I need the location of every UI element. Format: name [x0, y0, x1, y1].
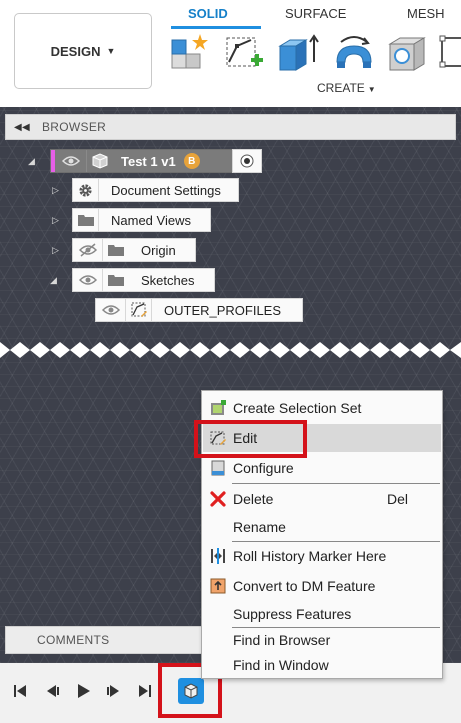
design-workspace-button[interactable]: DESIGN ▼ — [14, 13, 152, 89]
caret-down-icon: ▼ — [106, 46, 116, 56]
create-sketch-tool[interactable] — [221, 32, 267, 76]
delete-x-icon — [203, 491, 233, 507]
menu-item-find-in-browser[interactable]: Find in Browser — [203, 626, 441, 654]
active-tab-indicator — [171, 26, 261, 29]
find-window-label: Find in Window — [233, 657, 329, 673]
comments-label: COMMENTS — [37, 633, 110, 647]
torn-edge-divider — [0, 342, 461, 358]
create-label: CREATE — [317, 81, 365, 95]
find-browser-label: Find in Browser — [233, 632, 331, 648]
document-settings-label: Document Settings — [111, 182, 221, 198]
menu-separator — [232, 483, 440, 484]
visibility-hidden-eye-icon[interactable] — [73, 239, 103, 261]
menu-item-rename[interactable]: Rename — [203, 513, 441, 541]
go-to-start-icon[interactable] — [12, 683, 28, 699]
expand-root-icon[interactable]: ◢ — [28, 156, 35, 167]
collapse-browser-icon[interactable]: ◀◀ — [14, 122, 30, 133]
visibility-eye-icon[interactable] — [96, 299, 126, 321]
folder-icon — [73, 209, 99, 231]
browser-item-origin[interactable]: Origin — [72, 238, 196, 262]
configure-icon — [203, 459, 233, 477]
expand-origin-icon[interactable]: ▷ — [52, 245, 59, 256]
visibility-eye-icon[interactable] — [73, 269, 103, 291]
browser-item-outer-profiles-sketch[interactable]: OUTER_PROFILES — [95, 298, 303, 322]
delete-label: Delete — [233, 491, 274, 507]
revolve-tool[interactable] — [331, 32, 377, 76]
box-icon — [439, 35, 461, 68]
more-tool[interactable] — [438, 32, 461, 76]
activate-component-radio[interactable] — [232, 149, 262, 173]
extrude-icon — [278, 34, 319, 71]
expand-sketches-icon[interactable]: ◢ — [50, 275, 57, 286]
menu-item-suppress-features[interactable]: Suppress Features — [203, 600, 441, 628]
folder-icon — [103, 269, 129, 291]
origin-label: Origin — [141, 242, 176, 258]
sketches-label: Sketches — [141, 272, 195, 288]
browser-root-component[interactable]: Test 1 v1 B — [50, 149, 262, 173]
create-dropdown[interactable]: CREATE ▼ — [317, 81, 376, 95]
tab-surface[interactable]: SURFACE — [285, 6, 346, 21]
menu-item-find-in-window[interactable]: Find in Window — [203, 651, 441, 679]
hole-icon — [388, 37, 426, 71]
new-component-icon — [171, 34, 208, 69]
convert-dm-icon — [203, 577, 233, 595]
toolbar: DESIGN ▼ SOLID SURFACE MESH CREATE ▼ — [0, 0, 461, 107]
branch-badge[interactable]: B — [183, 153, 200, 169]
hole-tool[interactable] — [384, 32, 430, 76]
comments-panel-header[interactable]: COMMENTS — [5, 626, 205, 654]
visibility-eye-icon[interactable] — [55, 150, 87, 172]
browser-item-sketches[interactable]: Sketches — [72, 268, 215, 292]
menu-item-roll-history-marker[interactable]: Roll History Marker Here — [203, 542, 441, 570]
browser-item-named-views[interactable]: Named Views — [72, 208, 211, 232]
create-sketch-icon — [226, 37, 263, 67]
suppress-label: Suppress Features — [233, 606, 352, 622]
delete-shortcut: Del — [387, 491, 409, 507]
configure-label: Configure — [233, 460, 294, 476]
menu-item-create-selection-set[interactable]: Create Selection Set — [203, 394, 441, 422]
tab-solid[interactable]: SOLID — [188, 6, 228, 21]
go-to-end-icon[interactable] — [137, 683, 153, 699]
menu-item-configure[interactable]: Configure — [203, 454, 441, 482]
convert-dm-label: Convert to DM Feature — [233, 578, 376, 594]
step-forward-icon[interactable] — [106, 683, 122, 699]
play-icon[interactable] — [75, 683, 91, 699]
selection-set-icon — [203, 399, 233, 417]
tab-mesh[interactable]: MESH — [407, 6, 445, 21]
step-back-icon[interactable] — [44, 683, 60, 699]
roll-history-label: Roll History Marker Here — [233, 548, 387, 564]
menu-item-convert-to-dm-feature[interactable]: Convert to DM Feature — [203, 572, 441, 600]
radio-active-icon — [240, 154, 254, 168]
extrude-tool[interactable] — [276, 32, 322, 76]
revolve-icon — [336, 36, 372, 68]
outer-profiles-label: OUTER_PROFILES — [164, 302, 282, 318]
caret-down-icon: ▼ — [367, 85, 376, 94]
sketch-icon — [126, 299, 152, 321]
browser-header[interactable]: ◀◀ BROWSER — [5, 114, 456, 140]
browser-title: BROWSER — [41, 120, 107, 134]
expand-named-views-icon[interactable]: ▷ — [52, 215, 59, 226]
component-icon — [87, 150, 113, 172]
design-label: DESIGN — [50, 43, 101, 59]
browser-item-document-settings[interactable]: Document Settings — [72, 178, 239, 202]
gear-icon — [73, 179, 99, 201]
menu-item-delete[interactable]: Delete Del — [203, 485, 441, 513]
edit-highlight — [194, 420, 307, 458]
create-selection-set-label: Create Selection Set — [233, 400, 362, 416]
expand-document-settings-icon[interactable]: ▷ — [52, 185, 59, 196]
rename-label: Rename — [233, 519, 286, 535]
folder-icon — [103, 239, 129, 261]
root-component-label: Test 1 v1 — [121, 153, 176, 169]
named-views-label: Named Views — [111, 212, 191, 228]
new-component-tool[interactable] — [166, 32, 212, 76]
roll-history-icon — [203, 547, 233, 565]
